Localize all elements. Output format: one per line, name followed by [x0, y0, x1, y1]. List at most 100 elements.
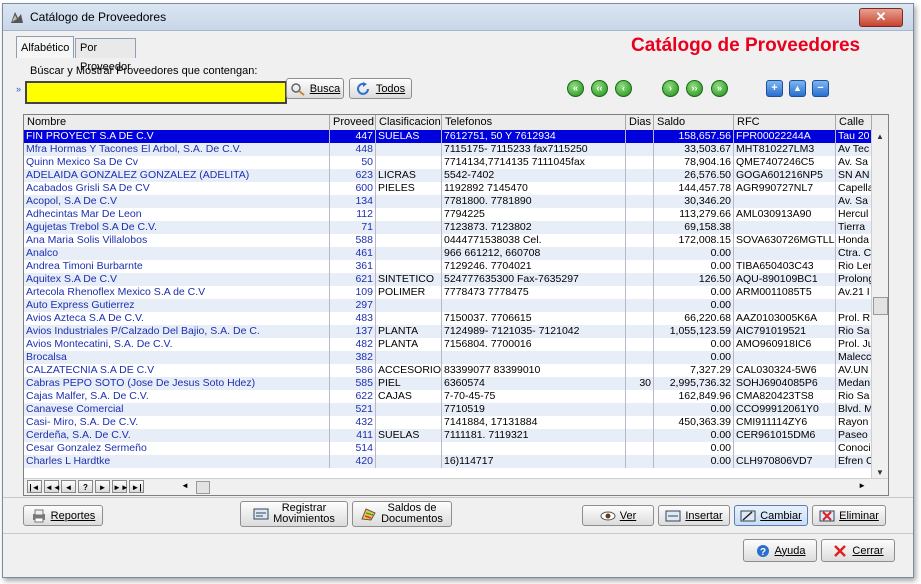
col-header-telefonos[interactable]: Telefonos: [442, 115, 626, 130]
table-row[interactable]: CALZATECNIA S.A DE C.V 586 ACCESORIOS 83399…: [24, 364, 872, 377]
cell-rfc: AMO960918IC6: [734, 338, 836, 351]
vertical-scrollbar[interactable]: ▲ ▼: [871, 130, 888, 479]
col-header-saldo[interactable]: Saldo: [654, 115, 734, 130]
saldos-documentos-button[interactable]: Saldos de Documentos: [352, 501, 452, 527]
table-row[interactable]: ADELAIDA GONZALEZ GONZALEZ (ADELITA) 623 L…: [24, 169, 872, 182]
table-row[interactable]: Brocalsa 382 0.00 Malecc: [24, 351, 872, 364]
cell-tel: [442, 442, 626, 455]
tab-alfabetico[interactable]: Alfabético: [16, 36, 75, 58]
busca-button[interactable]: Busca: [286, 78, 344, 99]
col-header-proveed[interactable]: Proveed: [330, 115, 376, 130]
cell-clasif: [376, 260, 442, 273]
table-row[interactable]: Aquitex S.A De C.V 621 SINTETICO 5247776353…: [24, 273, 872, 286]
cell-dias: [626, 338, 654, 351]
cell-clasif: SINTETICO: [376, 273, 442, 286]
tab-por-proveedor[interactable]: Por Proveedor: [75, 38, 136, 73]
table-row[interactable]: Auto Express Gutierrez 297 0.00: [24, 299, 872, 312]
cell-saldo: 0.00: [654, 299, 734, 312]
next-page-icon[interactable]: ››: [686, 80, 703, 97]
grid-next-page-button[interactable]: ►►: [112, 480, 129, 493]
remove-icon[interactable]: −: [812, 80, 829, 97]
table-row[interactable]: Canavese Comercial 521 7710519 0.00 CCO99912…: [24, 403, 872, 416]
scroll-down-icon[interactable]: ▼: [876, 468, 884, 477]
col-header-clasificacion[interactable]: Clasificacion: [376, 115, 442, 130]
cell-dias: [626, 416, 654, 429]
cell-proveed: 514: [330, 442, 376, 455]
table-row[interactable]: Mfra Hormas Y Tacones El Arbol, S.A. De …: [24, 143, 872, 156]
cell-calle: Conoci: [838, 442, 872, 455]
cell-saldo: 0.00: [654, 455, 734, 468]
col-header-nombre[interactable]: Nombre: [24, 115, 330, 130]
app-icon: [11, 12, 23, 23]
cell-dias: [626, 403, 654, 416]
first-record-icon[interactable]: «: [567, 80, 584, 97]
table-row[interactable]: Andrea Timoni Burbarnte 361 7129246. 77040…: [24, 260, 872, 273]
table-row[interactable]: Ana Maria Solis Villalobos 588 04447715380…: [24, 234, 872, 247]
table-row[interactable]: Adhecintas Mar De Leon 112 7794225 113,279.…: [24, 208, 872, 221]
table-row[interactable]: Quinn Mexico Sa De Cv 50 7714134,7714135 7…: [24, 156, 872, 169]
cell-tel: 7156804. 7700016: [442, 338, 626, 351]
search-input[interactable]: [25, 81, 287, 104]
cell-dias: [626, 208, 654, 221]
table-row[interactable]: Cabras PEPO SOTO (Jose De Jesus Soto Hde…: [24, 377, 872, 390]
grid-first-button[interactable]: |◄: [27, 480, 42, 493]
table-row[interactable]: FIN PROYECT S.A DE C.V 447 SUELAS 7612751, …: [24, 130, 872, 143]
ayuda-button[interactable]: ? Ayuda: [743, 539, 817, 562]
edit-up-icon[interactable]: ▲: [789, 80, 806, 97]
table-row[interactable]: Casi- Miro, S.A. De C.V. 432 7141884, 1713…: [24, 416, 872, 429]
previous-page-icon[interactable]: ‹‹: [591, 80, 608, 97]
cell-proveed: 623: [330, 169, 376, 182]
grid-last-button[interactable]: ►|: [129, 480, 144, 493]
horizontal-scroll-thumb[interactable]: [196, 481, 210, 494]
vertical-scroll-thumb[interactable]: [873, 297, 888, 315]
table-row[interactable]: Cerdeña, S.A. De C.V. 411 SUELAS 7111181. 7…: [24, 429, 872, 442]
ver-button[interactable]: Ver: [582, 505, 654, 526]
last-record-icon[interactable]: »: [711, 80, 728, 97]
cell-tel: 7714134,7714135 7111045fax: [442, 156, 626, 169]
col-header-dias[interactable]: Dias: [626, 115, 654, 130]
cell-clasif: [376, 442, 442, 455]
next-record-icon[interactable]: ›: [662, 80, 679, 97]
cell-calle: SN AN: [836, 169, 872, 182]
cell-proveed: 297: [330, 299, 376, 312]
table-row[interactable]: Analco 461 966 661212, 660708 0.00 Ctra. C: [24, 247, 872, 260]
table-row[interactable]: Acopol, S.A De C.V 134 7781800. 7781890 30,…: [24, 195, 872, 208]
scroll-right-icon[interactable]: ►: [858, 481, 866, 490]
cell-nombre: Cajas Malfer, S.A. De C.V.: [24, 390, 330, 403]
scroll-left-icon[interactable]: ◄: [181, 481, 189, 490]
cell-proveed: 109: [330, 286, 376, 299]
table-row[interactable]: Avios Montecatini, S.A. De C.V. 482 PLANTA…: [24, 338, 872, 351]
grid-search-button[interactable]: ?: [78, 480, 93, 493]
col-header-calle[interactable]: Calle: [836, 115, 872, 130]
cell-rfc: FPR00022244A: [734, 130, 836, 143]
busca-label: Busca: [309, 82, 341, 95]
cell-nombre: Avios Azteca S.A De C.V.: [24, 312, 330, 325]
grid-nav-bar: |◄ ◄◄ ◄ ? ► ►► ►| ◄ ►: [24, 478, 888, 495]
cerrar-button[interactable]: Cerrar: [821, 539, 895, 562]
reportes-button[interactable]: Reportes: [23, 505, 103, 526]
cambiar-button[interactable]: Cambiar: [734, 505, 808, 526]
providers-grid[interactable]: Nombre Proveed Clasificacion Telefonos D…: [23, 114, 889, 496]
previous-record-icon[interactable]: ‹: [615, 80, 632, 97]
insertar-button[interactable]: Insertar: [658, 505, 730, 526]
grid-prev-button[interactable]: ◄: [61, 480, 76, 493]
table-row[interactable]: Charles L Hardtke 420 16)114717 0.00 CLH9708…: [24, 455, 872, 468]
table-row[interactable]: Acabados Grisli SA De CV 600 PIELES 1192892…: [24, 182, 872, 195]
grid-prev-page-button[interactable]: ◄◄: [44, 480, 61, 493]
add-icon[interactable]: +: [766, 80, 783, 97]
table-row[interactable]: Artecola Rhenoflex Mexico S.A de C.V 109 P…: [24, 286, 872, 299]
close-window-button[interactable]: ✕: [859, 8, 903, 27]
eliminar-button[interactable]: Eliminar: [812, 505, 886, 526]
cell-nombre: Andrea Timoni Burbarnte: [24, 260, 330, 273]
col-header-rfc[interactable]: RFC: [734, 115, 836, 130]
table-row[interactable]: Avios Industriales P/Calzado Del Bajio, …: [24, 325, 872, 338]
table-row[interactable]: Agujetas Trebol S.A De C.V. 71 7123873. 71…: [24, 221, 872, 234]
registrar-movimientos-button[interactable]: Registrar Movimientos: [240, 501, 348, 527]
scroll-up-icon[interactable]: ▲: [876, 132, 884, 141]
cell-calle: Honda: [836, 234, 872, 247]
table-row[interactable]: Avios Azteca S.A De C.V. 483 7150037. 7706…: [24, 312, 872, 325]
todos-button[interactable]: Todos: [349, 78, 412, 99]
table-row[interactable]: Cajas Malfer, S.A. De C.V. 622 CAJAS 7-70-4…: [24, 390, 872, 403]
grid-next-button[interactable]: ►: [95, 480, 110, 493]
table-row[interactable]: Cesar Gonzalez Sermeño 514 0.00 Conoci: [24, 442, 872, 455]
